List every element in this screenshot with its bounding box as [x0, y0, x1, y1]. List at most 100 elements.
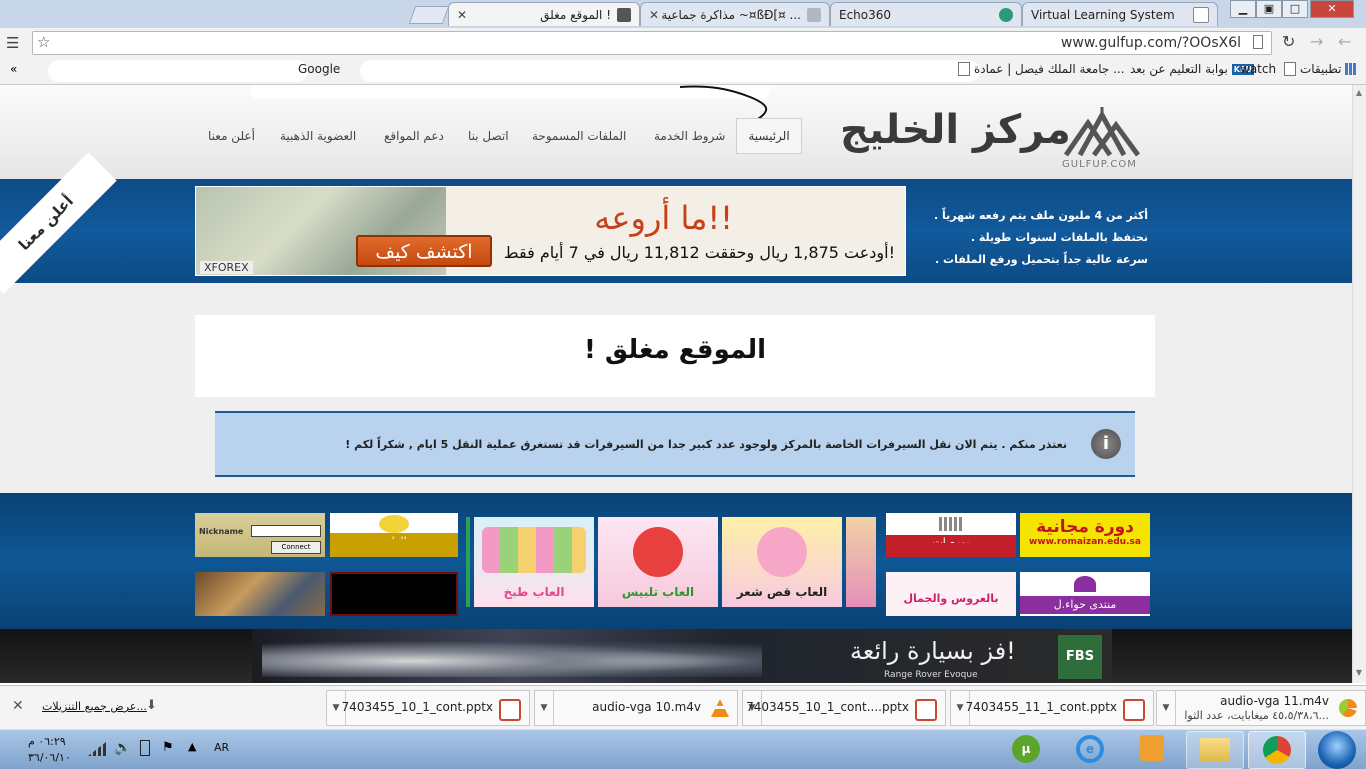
download-item[interactable]: ▼ 7403455_10_1_cont....pptx: [742, 690, 946, 726]
free-course-ad[interactable]: دورة مجانية www.romaizan.edu.sa: [1020, 513, 1150, 557]
redaction-scribble: [360, 60, 980, 82]
tab-active[interactable]: ✕ الموقع مغلق !: [448, 2, 640, 26]
scroll-up-arrow-icon[interactable]: ▲: [1352, 88, 1366, 102]
nav-allowed-files[interactable]: الملفات المسموحة: [532, 129, 626, 143]
tab-echo360[interactable]: Echo360: [830, 2, 1022, 26]
omnibox[interactable]: ☆ www.gulfup.com/?OOsX6l: [32, 31, 1272, 55]
ie-taskbar-button[interactable]: e: [1062, 731, 1118, 767]
download-item[interactable]: ▼ 7403455_10_1_cont.pptx: [326, 690, 530, 726]
site-logo-text[interactable]: مركز الخليج: [840, 107, 1071, 153]
maximize-button[interactable]: □: [1282, 0, 1308, 18]
signal-icon[interactable]: [88, 742, 106, 756]
chrome-taskbar-button[interactable]: [1248, 731, 1306, 769]
tab-close-icon[interactable]: ✕: [457, 8, 467, 22]
download-shelf: ✕ عرض جميع التنزيلات... ⬇ ▼ audio-vga 11…: [0, 685, 1366, 730]
smiley-icon: [379, 515, 409, 533]
powerpoint-icon: [1123, 699, 1145, 721]
forward-icon[interactable]: →: [1310, 32, 1323, 51]
car-contest-ad[interactable]: فز بسيارة رائعة! Range Rover Evoque FBS: [252, 629, 1112, 683]
bookmark-star-icon[interactable]: ☆: [37, 33, 50, 51]
nav-terms[interactable]: شروط الخدمة: [654, 129, 725, 143]
clock-date[interactable]: ٣٦/٠٦/١٠: [28, 751, 71, 764]
back-icon[interactable]: ←: [1338, 32, 1351, 51]
nickname-input[interactable]: [251, 525, 321, 537]
reload-icon[interactable]: ↻: [1282, 32, 1295, 51]
close-shelf-icon[interactable]: ✕: [12, 698, 24, 714]
cupcakes-icon: [482, 527, 586, 573]
tab-label: الموقع مغلق !: [540, 7, 611, 22]
strawberry-girl-icon: [633, 527, 683, 577]
nav-support-sites[interactable]: دعم المواقع: [384, 129, 444, 143]
gulfup-favicon-icon: [617, 7, 631, 22]
tab-study[interactable]: ✕ مذاكرة جماعية ~¤ßÐ[¤ ...: [640, 2, 830, 26]
show-all-downloads-link[interactable]: عرض جميع التنزيلات...: [42, 700, 147, 713]
tab-label: مذاكرة جماعية ~¤ßÐ[¤ ...: [661, 7, 801, 22]
vlc-cone-icon: [711, 699, 729, 717]
powerpoint-icon: [915, 699, 937, 721]
clock-time[interactable]: ٠٦:٢٩ م: [28, 735, 66, 748]
site-logo-subtitle: GULFUP.COM: [1062, 159, 1137, 170]
media-player-taskbar-button[interactable]: [1124, 731, 1180, 767]
nav-gold-membership[interactable]: العضوية الذهبية: [280, 129, 356, 143]
page-scrollbar[interactable]: [1352, 85, 1366, 683]
explorer-taskbar-button[interactable]: [1186, 731, 1244, 769]
apps-grid-icon: [1345, 63, 1358, 75]
gta-game-ad[interactable]: [195, 572, 325, 616]
divider: [466, 517, 470, 607]
nav-advertise[interactable]: أعلن معنا: [208, 129, 255, 143]
show-hidden-icons-icon[interactable]: ▲: [188, 740, 196, 753]
wedding-beauty-ad[interactable]: بالعروس والجمال: [886, 572, 1016, 616]
windows-taskbar: ٠٦:٢٩ م ٣٦/٠٦/١٠ 🔈 ⚑ ▲ AR µ e: [0, 729, 1366, 769]
flag-icon[interactable]: ⚑: [162, 740, 174, 755]
utorrent-taskbar-button[interactable]: µ: [998, 731, 1054, 767]
tab-label: Virtual Learning System: [1031, 7, 1175, 22]
url-text[interactable]: www.gulfup.com/?OOsX6l: [1061, 35, 1241, 51]
volume-icon[interactable]: 🔈: [114, 740, 131, 756]
chat-login-widget[interactable]: Nickname Connect: [195, 513, 325, 557]
bottom-ad-bar: فز بسيارة رائعة! Range Rover Evoque FBS: [0, 629, 1352, 683]
language-indicator[interactable]: AR: [214, 741, 229, 754]
window-close-button[interactable]: ✕: [1310, 0, 1354, 18]
chevron-down-icon[interactable]: ▼: [535, 691, 554, 725]
dressup-game-ad[interactable]: العاب تلبيس: [598, 517, 718, 607]
games-ad[interactable]: العاب: [330, 513, 458, 557]
notice-text: نعتذر منكم . يتم الان نقل السيرفرات الخا…: [345, 438, 1067, 451]
hawaa-forum-ad[interactable]: منتدى حواء.ل: [1020, 572, 1150, 616]
dressup-game-thumb[interactable]: [846, 517, 876, 607]
bookmark-apps[interactable]: تطبيقات: [1284, 62, 1358, 76]
nav-home[interactable]: الرئيسية: [736, 118, 802, 154]
tab-label: Echo360: [839, 7, 892, 22]
forex-banner-ad[interactable]: ما أروعه!! أودعت 1,875 ريال وحققت 11,812…: [195, 186, 906, 276]
bookmark-watch[interactable]: watch: [1240, 62, 1276, 76]
bookmark-google[interactable]: Google: [298, 62, 340, 76]
cooking-game-ad[interactable]: العاب طبخ: [474, 517, 594, 607]
bookmark-elearning-portal[interactable]: بوابة التعليم عن بعد KFU: [1130, 62, 1254, 76]
download-item[interactable]: ▼ audio-vga 11.m4v ٤٥،٥/٣٨،٦ ميغابايت، ع…: [1156, 690, 1366, 726]
bookmark-kfu-deanship[interactable]: جامعة الملك فيصل | عمادة ...: [958, 62, 1125, 76]
feature-line: نحتفظ بالملفات لسنوات طويلة .: [970, 231, 1148, 244]
start-button[interactable]: [1318, 731, 1356, 769]
minimize-button[interactable]: ▁: [1230, 0, 1256, 18]
banner-discover-button[interactable]: اكتشف كيف: [356, 235, 492, 267]
chevron-down-icon[interactable]: ▼: [1157, 691, 1176, 725]
download-item[interactable]: ▼ 7403455_11_1_cont.pptx: [950, 690, 1154, 726]
tab-virtual-learning[interactable]: Virtual Learning System: [1022, 2, 1218, 26]
menu-icon[interactable]: ☰: [6, 34, 19, 52]
new-tab-button[interactable]: [408, 6, 450, 24]
scroll-down-arrow-icon[interactable]: ▼: [1352, 668, 1366, 682]
forum-favicon-icon: [807, 7, 821, 22]
download-item[interactable]: ▼ audio-vga 10.m4v: [534, 690, 738, 726]
dark-ad-slot[interactable]: [330, 572, 458, 616]
tab-close-icon[interactable]: ✕: [649, 8, 659, 22]
ads-band: دورة مجانية www.romaizan.edu.sa منتدى حو…: [0, 493, 1352, 629]
nav-contact[interactable]: اتصل بنا: [468, 129, 509, 143]
more-bookmarks-icon[interactable]: «: [10, 62, 17, 76]
haircut-game-ad[interactable]: العاب قص شعر: [722, 517, 842, 607]
girl-face-icon: [757, 527, 807, 577]
stocks-ad[interactable]: بورصات: [886, 513, 1016, 557]
battery-icon[interactable]: [140, 740, 150, 756]
page-favicon-icon: [1193, 6, 1209, 23]
restore-button[interactable]: ▣: [1256, 0, 1282, 18]
building-icon: [939, 517, 963, 531]
connect-button[interactable]: Connect: [271, 541, 321, 554]
